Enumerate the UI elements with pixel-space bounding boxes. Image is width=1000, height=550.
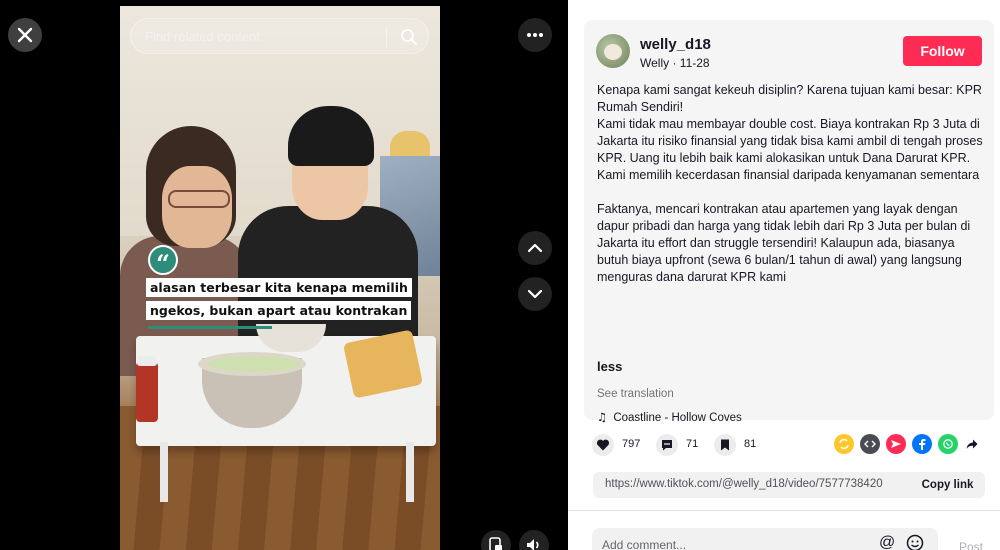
video-scene-bottle bbox=[136, 362, 158, 422]
more-dots-icon bbox=[527, 33, 543, 37]
video-stage: “ alasan terbesar kita kenapa memilih ng… bbox=[0, 0, 568, 550]
chevron-up-icon bbox=[527, 243, 543, 253]
like-count: 797 bbox=[622, 438, 641, 450]
video-description: Kenapa kami sangat kekeuh disiplin? Kare… bbox=[597, 82, 989, 286]
video-scene-table-leg bbox=[406, 442, 414, 502]
whatsapp-icon[interactable] bbox=[938, 434, 958, 454]
video-scene-bottle-cap bbox=[137, 356, 157, 366]
video-caption-line: alasan terbesar kita kenapa memilih bbox=[146, 278, 412, 297]
chevron-down-icon bbox=[527, 289, 543, 299]
less-toggle[interactable]: less bbox=[597, 359, 622, 374]
video-scene-food bbox=[208, 356, 300, 372]
heart-icon[interactable] bbox=[592, 434, 614, 456]
video-link-box: https://www.tiktok.com/@welly_d18/video/… bbox=[593, 472, 985, 498]
comment-input[interactable]: Add comment... @ bbox=[592, 528, 938, 550]
avatar[interactable] bbox=[596, 34, 630, 68]
comment-icon[interactable] bbox=[656, 434, 678, 456]
description-line: Kenapa kami sangat kekeuh disiplin? Kare… bbox=[597, 83, 982, 114]
related-search-bar[interactable]: Find related content bbox=[130, 18, 429, 54]
music-link[interactable]: ♫ Coastline - Hollow Coves bbox=[597, 410, 742, 424]
volume-button[interactable] bbox=[519, 530, 549, 550]
pip-icon bbox=[489, 537, 502, 550]
more-options-button[interactable] bbox=[518, 18, 552, 52]
next-video-button[interactable] bbox=[518, 277, 552, 311]
author-display-name: Welly bbox=[640, 56, 670, 70]
repost-icon[interactable] bbox=[834, 434, 854, 454]
date-separator: · bbox=[669, 56, 680, 70]
close-button[interactable] bbox=[8, 18, 42, 52]
copy-link-button[interactable]: Copy link bbox=[910, 472, 985, 498]
action-bar: 797 71 81 bbox=[592, 433, 992, 459]
panel-divider bbox=[568, 510, 1000, 511]
caption-underline bbox=[148, 326, 272, 329]
close-icon bbox=[17, 27, 33, 43]
follow-button[interactable]: Follow bbox=[903, 36, 982, 66]
author-subline: Welly · 11-28 bbox=[640, 56, 710, 70]
quote-badge-icon: “ bbox=[148, 245, 178, 278]
post-comment-button[interactable]: Post bbox=[959, 540, 983, 550]
send-icon[interactable] bbox=[886, 434, 906, 454]
description-line: Kami tidak mau membayar double cost. Bia… bbox=[597, 117, 983, 165]
video-caption: alasan terbesar kita kenapa memilih ngek… bbox=[146, 278, 412, 324]
search-icon[interactable] bbox=[399, 27, 419, 47]
bookmark-icon[interactable] bbox=[714, 434, 736, 456]
video-url[interactable]: https://www.tiktok.com/@welly_d18/video/… bbox=[605, 478, 905, 490]
comment-count: 71 bbox=[686, 438, 699, 450]
description-blank-line bbox=[597, 184, 989, 201]
comment-placeholder[interactable]: Add comment... bbox=[602, 538, 686, 550]
details-panel: welly_d18 Welly · 11-28 Follow Kenapa ka… bbox=[568, 0, 1000, 550]
previous-video-button[interactable] bbox=[518, 231, 552, 265]
facebook-icon[interactable] bbox=[912, 434, 932, 454]
description-card: welly_d18 Welly · 11-28 Follow Kenapa ka… bbox=[584, 20, 994, 424]
description-line: Kami memilih kecerdasan finansial daripa… bbox=[597, 168, 980, 182]
search-divider bbox=[386, 27, 387, 47]
video-scene-table-leg bbox=[160, 442, 168, 502]
share-arrow-icon[interactable] bbox=[962, 434, 982, 454]
author-username[interactable]: welly_d18 bbox=[640, 36, 711, 53]
emoji-icon[interactable] bbox=[906, 534, 924, 550]
volume-icon bbox=[527, 539, 539, 550]
video-caption-line: ngekos, bukan apart atau kontrakan bbox=[146, 301, 412, 320]
post-date: 11-28 bbox=[679, 56, 710, 70]
embed-icon[interactable] bbox=[860, 434, 880, 454]
search-placeholder[interactable]: Find related content bbox=[145, 29, 260, 44]
music-note-icon: ♫ bbox=[597, 410, 608, 424]
description-line: Faktanya, mencari kontrakan atau apartem… bbox=[597, 202, 971, 284]
picture-in-picture-button[interactable] bbox=[481, 530, 511, 550]
music-title[interactable]: Coastline - Hollow Coves bbox=[613, 412, 741, 424]
save-count: 81 bbox=[744, 438, 757, 450]
see-translation-link[interactable]: See translation bbox=[597, 388, 674, 400]
mention-icon[interactable]: @ bbox=[879, 534, 895, 550]
